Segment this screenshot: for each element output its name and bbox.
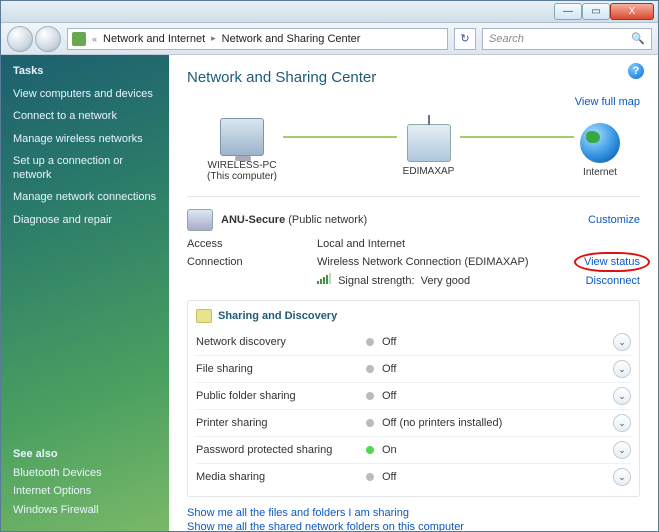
expand-button[interactable]: ⌄ xyxy=(613,468,631,486)
sharing-row-value: Off xyxy=(382,471,613,483)
titlebar: — ▭ X xyxy=(1,1,658,23)
access-value: Local and Internet xyxy=(317,238,550,250)
sidebar-task[interactable]: Diagnose and repair xyxy=(13,213,157,227)
expand-button[interactable]: ⌄ xyxy=(613,441,631,459)
control-panel-icon xyxy=(72,32,86,46)
expand-button[interactable]: ⌄ xyxy=(613,333,631,351)
sharing-row-label: Printer sharing xyxy=(196,417,366,429)
globe-icon xyxy=(580,123,620,163)
disconnect-link[interactable]: Disconnect xyxy=(586,275,640,287)
seealso-heading: See also xyxy=(13,448,157,460)
sidebar-seealso[interactable]: Internet Options xyxy=(13,484,157,498)
window: — ▭ X « Network and Internet ▸ Network a… xyxy=(0,0,659,532)
map-link-line xyxy=(460,136,574,138)
sidebar-seealso[interactable]: Windows Firewall xyxy=(13,503,157,517)
sharing-icon xyxy=(196,309,212,323)
connection-label: Connection xyxy=(187,256,317,268)
map-pc-sub: (This computer) xyxy=(207,171,277,182)
expand-button[interactable]: ⌄ xyxy=(613,387,631,405)
status-dot-icon xyxy=(366,392,374,400)
help-icon[interactable]: ? xyxy=(628,63,644,79)
sidebar-task[interactable]: Set up a connection or network xyxy=(13,154,157,183)
signal-row: Signal strength: Very good xyxy=(317,274,550,287)
sidebar: Tasks View computers and devices Connect… xyxy=(1,55,169,531)
sharing-row-label: Media sharing xyxy=(196,471,366,483)
sidebar-task[interactable]: Manage network connections xyxy=(13,190,157,204)
status-dot-icon xyxy=(366,446,374,454)
footer-link-files[interactable]: Show me all the files and folders I am s… xyxy=(187,507,409,519)
forward-button[interactable] xyxy=(35,26,61,52)
page-title: Network and Sharing Center xyxy=(187,69,640,86)
network-name: ANU-Secure xyxy=(221,214,285,226)
map-node-ap: EDIMAXAP xyxy=(403,124,455,177)
map-link-line xyxy=(283,136,397,138)
sharing-row-value: Off xyxy=(382,390,613,402)
sharing-row-value: Off (no printers installed) xyxy=(382,417,613,429)
signal-value: Very good xyxy=(421,275,471,287)
sharing-row-value: Off xyxy=(382,336,613,348)
sharing-row: File sharing Off⌄ xyxy=(196,355,631,382)
search-icon: 🔍 xyxy=(631,32,645,45)
sharing-row-label: Public folder sharing xyxy=(196,390,366,402)
sharing-row-value: On xyxy=(382,444,613,456)
tasks-heading: Tasks xyxy=(13,65,157,77)
sharing-row-label: Password protected sharing xyxy=(196,444,366,456)
network-bench-icon xyxy=(187,209,213,231)
sharing-row: Password protected sharing On⌄ xyxy=(196,436,631,463)
maximize-button[interactable]: ▭ xyxy=(582,3,610,20)
sharing-row: Public folder sharing Off⌄ xyxy=(196,382,631,409)
sharing-heading: Sharing and Discovery xyxy=(218,310,337,322)
refresh-button[interactable]: ↻ xyxy=(454,28,476,50)
sharing-row: Network discovery Off⌄ xyxy=(196,329,631,355)
network-map: WIRELESS-PC (This computer) EDIMAXAP Int… xyxy=(187,114,640,190)
sharing-row: Printer sharing Off (no printers installe… xyxy=(196,409,631,436)
main-panel: ? Network and Sharing Center View full m… xyxy=(169,55,658,531)
map-node-internet: Internet xyxy=(580,123,620,178)
access-label: Access xyxy=(187,238,317,250)
breadcrumb[interactable]: « Network and Internet ▸ Network and Sha… xyxy=(67,28,448,50)
view-full-map-link[interactable]: View full map xyxy=(575,96,640,108)
map-node-pc: WIRELESS-PC (This computer) xyxy=(207,118,277,182)
minimize-button[interactable]: — xyxy=(554,3,582,20)
status-dot-icon xyxy=(366,365,374,373)
network-type: (Public network) xyxy=(288,214,367,226)
computer-icon xyxy=(220,118,264,156)
sidebar-task[interactable]: Connect to a network xyxy=(13,109,157,123)
network-summary: ANU-Secure (Public network) Customize xyxy=(187,203,640,235)
sidebar-seealso[interactable]: Bluetooth Devices xyxy=(13,466,157,480)
breadcrumb-item[interactable]: Network and Internet xyxy=(103,33,205,45)
access-point-icon xyxy=(407,124,451,162)
breadcrumb-item[interactable]: Network and Sharing Center xyxy=(222,33,361,45)
status-dot-icon xyxy=(366,338,374,346)
close-button[interactable]: X xyxy=(610,3,654,20)
signal-icon xyxy=(317,274,331,284)
address-bar: « Network and Internet ▸ Network and Sha… xyxy=(1,23,658,55)
customize-link[interactable]: Customize xyxy=(588,214,640,226)
view-status-link[interactable]: View status xyxy=(584,256,640,268)
connection-value: Wireless Network Connection (EDIMAXAP) xyxy=(317,256,550,268)
expand-button[interactable]: ⌄ xyxy=(613,414,631,432)
sharing-section: Sharing and Discovery Network discovery O… xyxy=(187,300,640,497)
sharing-row: Media sharing Off⌄ xyxy=(196,463,631,490)
search-input[interactable]: Search 🔍 xyxy=(482,28,652,50)
map-internet-label: Internet xyxy=(580,167,620,178)
search-placeholder: Search xyxy=(489,33,524,45)
status-dot-icon xyxy=(366,473,374,481)
footer-link-folders[interactable]: Show me all the shared network folders o… xyxy=(187,521,464,531)
sidebar-task[interactable]: Manage wireless networks xyxy=(13,132,157,146)
map-ap-name: EDIMAXAP xyxy=(403,166,455,177)
sharing-row-label: Network discovery xyxy=(196,336,366,348)
expand-button[interactable]: ⌄ xyxy=(613,360,631,378)
chevron-right-icon: ▸ xyxy=(211,33,216,44)
sidebar-task[interactable]: View computers and devices xyxy=(13,87,157,101)
back-button[interactable] xyxy=(7,26,33,52)
sharing-row-value: Off xyxy=(382,363,613,375)
signal-label: Signal strength: xyxy=(338,275,414,287)
chevron-left-icon: « xyxy=(92,34,97,44)
status-dot-icon xyxy=(366,419,374,427)
sharing-row-label: File sharing xyxy=(196,363,366,375)
map-pc-name: WIRELESS-PC xyxy=(207,160,277,171)
